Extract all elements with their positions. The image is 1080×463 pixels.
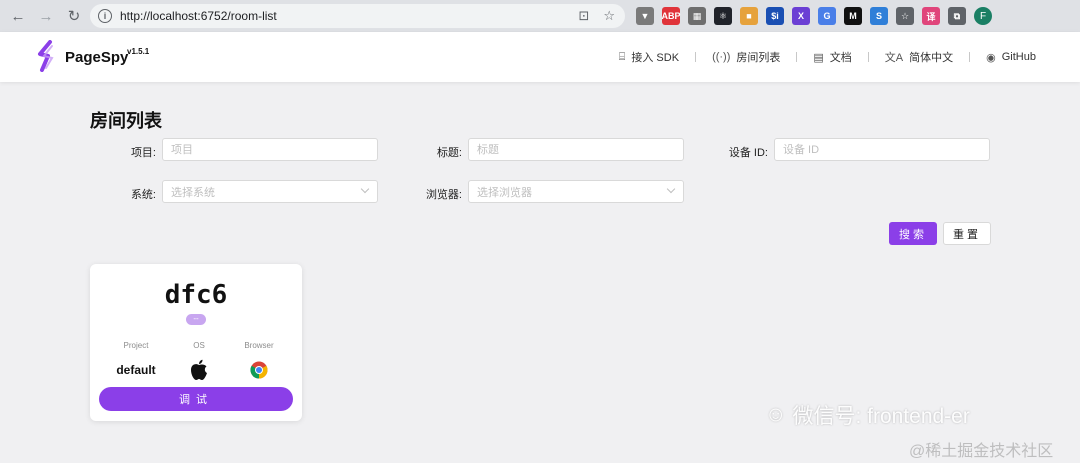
device-id: dfc6 — [164, 280, 228, 310]
nav-docs[interactable]: ▤ 文档 — [813, 49, 851, 65]
project-col-label: Project — [123, 341, 149, 350]
react-devtools-icon[interactable]: ⚛ — [714, 7, 732, 25]
page-title: 房间列表 — [90, 111, 162, 131]
nav-language[interactable]: 文A 简体中文 — [885, 49, 953, 65]
extensions-bar: ▼ ABP ▦ ⚛ ■ $i X G M S ☆ 译 ⧉ F — [636, 6, 992, 26]
browser-column: Browser — [224, 341, 294, 380]
chrome-icon — [250, 361, 268, 379]
translate-icon[interactable]: ⊡ — [578, 8, 589, 24]
project-column: Project default — [101, 341, 171, 380]
browser-select[interactable]: 选择浏览器 — [468, 180, 684, 203]
app-header: PageSpy v1.5.1 ⌸ 接入 SDK ((·)) 房间列表 ▤ 文档 文A 简体中文… — [0, 32, 1080, 82]
m-extension-icon[interactable]: M — [844, 7, 862, 25]
top-nav: ⌸ 接入 SDK ((·)) 房间列表 ▤ 文档 文A 简体中文 ◉ GitHub — [619, 49, 1036, 65]
chevron-down-icon — [360, 184, 370, 194]
juejin-watermark: @稀土掘金技术社区 — [909, 443, 1054, 460]
nav-github-icon: ◉ — [986, 51, 996, 64]
nav-separator — [867, 52, 869, 62]
browser-label: 浏览器: — [425, 189, 462, 201]
bookmark-star-icon[interactable]: ☆ — [603, 8, 615, 24]
nav-github-label: GitHub — [1001, 51, 1036, 63]
browser-toolbar: ← → ↻ i http://localhost:6752/room-list … — [0, 0, 1080, 32]
system-label: 系统: — [130, 189, 156, 201]
wechat-icon: ☺ — [765, 403, 787, 426]
nav-language-icon: 文A — [884, 52, 904, 64]
nav-room-list[interactable]: ((·)) 房间列表 — [712, 49, 780, 65]
pink-extension-icon[interactable]: 译 — [922, 7, 940, 25]
title-input[interactable] — [468, 138, 684, 161]
grid-extension-icon[interactable]: ▦ — [688, 7, 706, 25]
device-id-input[interactable] — [774, 138, 990, 161]
browser-col-label: Browser — [244, 341, 274, 350]
nav-github[interactable]: ◉ GitHub — [986, 51, 1036, 64]
system-select-placeholder: 选择系统 — [171, 186, 215, 199]
forward-icon[interactable]: → — [36, 6, 56, 26]
project-input[interactable] — [162, 138, 378, 161]
url-text: http://localhost:6752/room-list — [120, 9, 277, 23]
s-extension-icon[interactable]: S — [870, 7, 888, 25]
nav-room-list-icon: ((·)) — [712, 51, 731, 63]
star-extension-icon[interactable]: ☆ — [896, 7, 914, 25]
nav-language-label: 简体中文 — [909, 52, 954, 64]
puzzle-extensions-icon[interactable]: ⧉ — [948, 7, 966, 25]
system-select[interactable]: 选择系统 — [162, 180, 378, 203]
reset-button[interactable]: 重置 — [943, 222, 991, 245]
reload-icon[interactable]: ↻ — [64, 6, 84, 26]
wechat-watermark: ☺ 微信号: frontend-er — [765, 400, 970, 430]
site-info-icon[interactable]: i — [98, 9, 112, 23]
address-bar[interactable]: i http://localhost:6752/room-list ⊡ ☆ — [90, 4, 625, 28]
si-extension-icon[interactable]: $i — [766, 7, 784, 25]
search-button[interactable]: 搜索 — [889, 222, 937, 245]
nav-sdk-icon: ⌸ — [618, 50, 626, 63]
color-extension-icon[interactable]: ■ — [740, 7, 758, 25]
device-id-label: 设备 ID: — [728, 147, 768, 159]
x-extension-icon[interactable]: X — [792, 7, 810, 25]
translate-extension-icon[interactable]: G — [818, 7, 836, 25]
pagespy-logo-icon[interactable] — [36, 40, 58, 72]
browser-select-placeholder: 选择浏览器 — [477, 186, 532, 199]
nav-separator — [796, 52, 798, 62]
wechat-watermark-text: 微信号: frontend-er — [792, 405, 970, 428]
chevron-down-icon — [666, 184, 676, 194]
title-label: 标题: — [436, 147, 462, 159]
brand-name[interactable]: PageSpy — [65, 49, 128, 66]
vpn-icon[interactable]: ▼ — [636, 7, 654, 25]
room-card[interactable]: dfc6 -- Project default OS Browser 调试 — [90, 264, 302, 421]
room-tag: -- — [186, 314, 206, 325]
nav-sdk[interactable]: ⌸ 接入 SDK — [619, 49, 679, 65]
apple-icon — [191, 359, 207, 380]
nav-room-list-label: 房间列表 — [736, 52, 781, 64]
version-label: v1.5.1 — [127, 47, 150, 56]
back-icon[interactable]: ← — [8, 6, 28, 26]
debug-button[interactable]: 调试 — [99, 387, 293, 411]
nav-separator — [969, 52, 971, 62]
project-value: default — [116, 363, 156, 377]
adblock-icon[interactable]: ABP — [662, 7, 681, 25]
nav-docs-label: 文档 — [829, 52, 852, 64]
nav-separator — [695, 52, 697, 62]
nav-sdk-label: 接入 SDK — [631, 52, 680, 64]
profile-avatar[interactable]: F — [974, 7, 992, 25]
project-label: 项目: — [130, 147, 156, 159]
nav-docs-icon: ▤ — [813, 51, 824, 64]
